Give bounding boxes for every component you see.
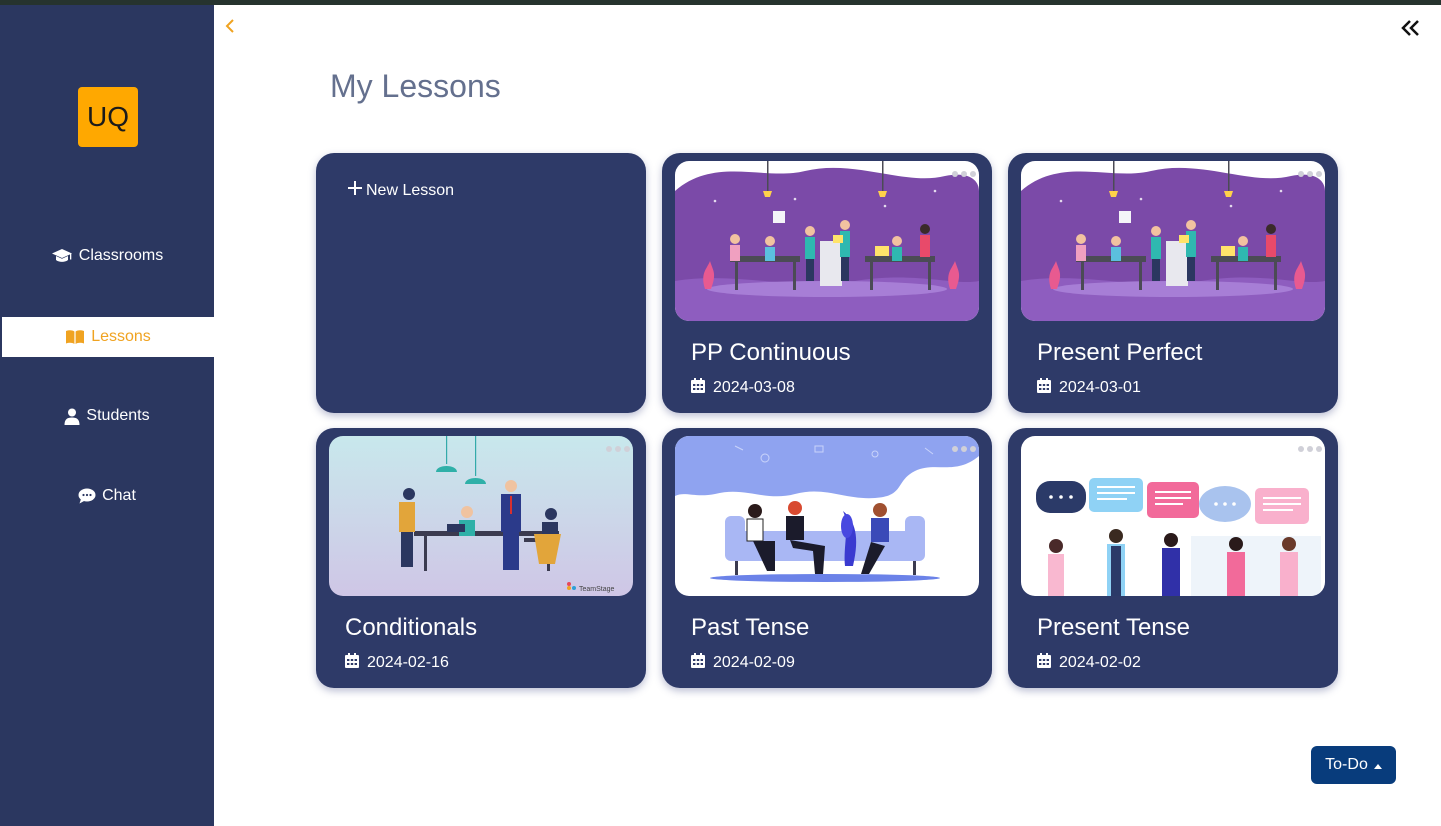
calendar-icon bbox=[1037, 378, 1051, 398]
calendar-icon bbox=[691, 378, 705, 398]
lesson-date: 2024-02-16 bbox=[345, 653, 449, 673]
lesson-card[interactable]: PP Continuous 2024-03-08 bbox=[662, 153, 992, 413]
sidebar-item-lessons[interactable]: Lessons bbox=[2, 317, 214, 357]
lesson-card[interactable]: Past Tense 2024-02-09 bbox=[662, 428, 992, 688]
calendar-icon bbox=[1037, 653, 1051, 673]
lesson-title: Conditionals bbox=[345, 614, 478, 641]
more-options-icon[interactable] bbox=[952, 171, 976, 177]
more-options-icon[interactable] bbox=[1298, 446, 1322, 452]
lesson-date-text: 2024-02-02 bbox=[1059, 654, 1141, 671]
back-arrow-icon[interactable] bbox=[222, 16, 238, 36]
sidebar-item-label: Chat bbox=[102, 487, 136, 504]
page-title: My Lessons bbox=[330, 68, 501, 104]
lesson-thumbnail bbox=[1021, 436, 1325, 596]
lesson-thumbnail bbox=[675, 161, 979, 321]
graduation-cap-icon bbox=[51, 248, 73, 264]
plus-icon bbox=[348, 181, 362, 200]
more-options-icon[interactable] bbox=[1298, 171, 1322, 177]
sidebar-item-label: Students bbox=[86, 407, 150, 424]
lesson-date-text: 2024-03-08 bbox=[713, 379, 795, 396]
lesson-date: 2024-02-02 bbox=[1037, 653, 1141, 673]
thumbnail-caption: TeamStage bbox=[579, 586, 615, 593]
new-lesson-button[interactable]: New Lesson bbox=[348, 181, 454, 200]
window-top-strip bbox=[0, 0, 1441, 5]
chat-bubble-icon bbox=[78, 488, 96, 504]
sidebar-item-label: Lessons bbox=[91, 328, 151, 345]
more-options-icon[interactable] bbox=[606, 446, 630, 452]
app-logo[interactable]: UQ bbox=[78, 87, 138, 147]
calendar-icon bbox=[691, 653, 705, 673]
sidebar-item-students[interactable]: Students bbox=[0, 396, 214, 436]
lesson-date: 2024-02-09 bbox=[691, 653, 795, 673]
lesson-thumbnail bbox=[1021, 161, 1325, 321]
lesson-date-text: 2024-02-09 bbox=[713, 654, 795, 671]
lesson-thumbnail bbox=[675, 436, 979, 596]
sidebar-item-label: Classrooms bbox=[78, 247, 164, 264]
lesson-date: 2024-03-08 bbox=[691, 378, 795, 398]
lesson-card[interactable]: TeamStage Conditionals 2024-02-16 bbox=[316, 428, 646, 688]
sidebar-item-chat[interactable]: Chat bbox=[0, 476, 214, 516]
caret-up-icon bbox=[1373, 756, 1382, 774]
calendar-icon bbox=[345, 653, 359, 673]
lesson-card[interactable]: Present Tense 2024-02-02 bbox=[1008, 428, 1338, 688]
lesson-date: 2024-03-01 bbox=[1037, 378, 1141, 398]
sidebar-item-classrooms[interactable]: Classrooms bbox=[0, 236, 214, 276]
sidebar: UQ Classrooms Lessons Students Chat bbox=[0, 5, 214, 826]
lesson-date-text: 2024-02-16 bbox=[367, 654, 449, 671]
lesson-title: PP Continuous bbox=[691, 339, 851, 366]
new-lesson-card[interactable]: New Lesson bbox=[316, 153, 646, 413]
new-lesson-label: New Lesson bbox=[366, 181, 455, 199]
book-open-icon bbox=[65, 329, 85, 345]
lesson-thumbnail: TeamStage bbox=[329, 436, 633, 596]
user-icon bbox=[64, 408, 80, 425]
lesson-card[interactable]: Present Perfect 2024-03-01 bbox=[1008, 153, 1338, 413]
lesson-title: Present Tense bbox=[1037, 614, 1190, 641]
todo-label: To-Do bbox=[1325, 756, 1368, 773]
lesson-title: Past Tense bbox=[691, 614, 810, 641]
more-options-icon[interactable] bbox=[952, 446, 976, 452]
lesson-title: Present Perfect bbox=[1037, 339, 1203, 366]
double-chevron-left-icon[interactable] bbox=[1400, 18, 1422, 38]
todo-button[interactable]: To-Do bbox=[1311, 746, 1396, 784]
lesson-date-text: 2024-03-01 bbox=[1059, 379, 1141, 396]
